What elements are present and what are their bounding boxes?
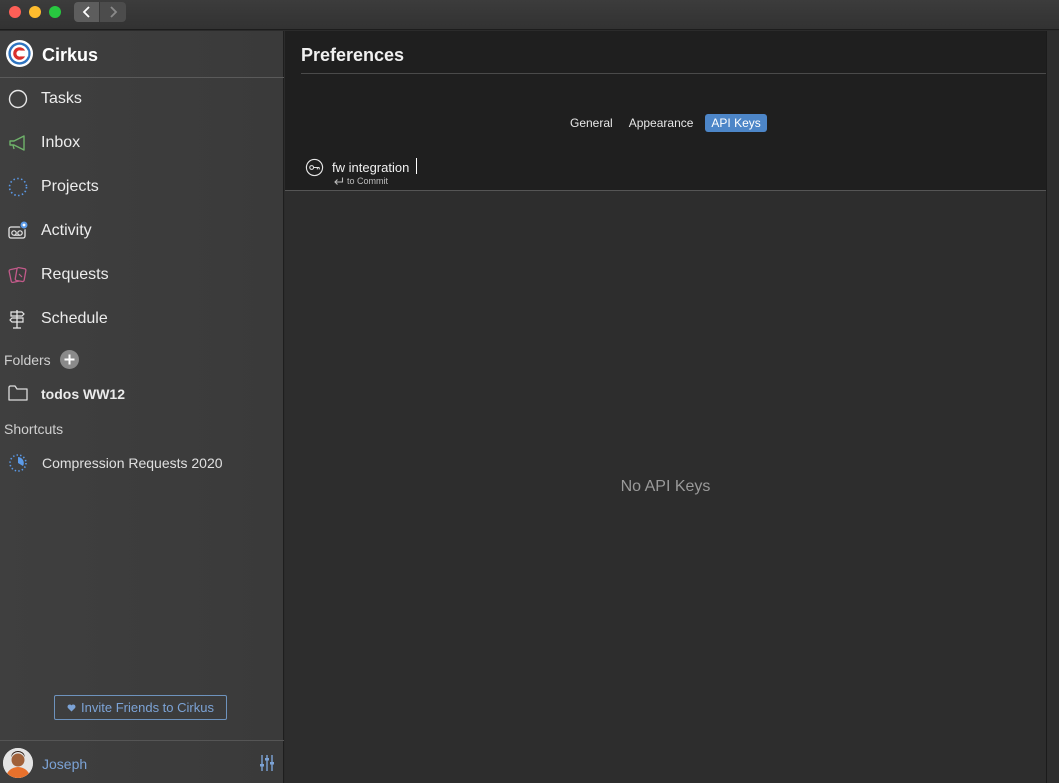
folder-label: todos WW12	[41, 386, 125, 402]
cirkus-logo-icon	[5, 39, 34, 68]
folders-section-label: Folders	[4, 352, 51, 368]
sliders-icon[interactable]	[259, 754, 275, 772]
sidebar-item-label: Projects	[41, 178, 99, 195]
empty-state-message: No API Keys	[620, 478, 711, 495]
heart-icon	[67, 704, 76, 712]
history-navigation	[74, 2, 126, 22]
shortcut-label: Compression Requests 2020	[42, 455, 223, 471]
commit-hint: to Commit	[333, 176, 388, 186]
cards-icon	[8, 266, 27, 284]
folder-icon	[8, 385, 28, 401]
sidebar-item-requests[interactable]: Requests	[0, 257, 284, 293]
avatar[interactable]	[3, 748, 33, 778]
sidebar-item-activity[interactable]: Activity	[0, 213, 284, 249]
shortcuts-section-label: Shortcuts	[4, 421, 64, 437]
page-title: Preferences	[301, 45, 405, 65]
app-name: Cirkus	[42, 45, 99, 65]
chevron-right-icon	[110, 6, 118, 18]
preferences-header: Preferences General Appearance API Keys …	[285, 31, 1046, 191]
shortcut-item[interactable]: Compression Requests 2020	[0, 449, 284, 477]
sidebar-item-label: Schedule	[41, 310, 108, 327]
project-progress-icon	[9, 454, 27, 472]
sidebar-item-label: Activity	[41, 222, 92, 239]
key-icon	[305, 158, 324, 177]
dotted-circle-icon	[8, 177, 28, 197]
folder-item[interactable]: todos WW12	[0, 380, 284, 408]
user-name[interactable]: Joseph	[42, 756, 87, 772]
sidebar-item-label: Requests	[41, 266, 109, 283]
close-window-button[interactable]	[9, 6, 21, 18]
sidebar-item-tasks[interactable]: Tasks	[0, 81, 284, 117]
user-avatar-icon	[3, 748, 33, 778]
return-key-icon	[334, 177, 344, 185]
app-brand[interactable]: Cirkus	[0, 31, 284, 78]
megaphone-icon	[9, 135, 25, 151]
api-key-name-input[interactable]	[332, 157, 632, 177]
maximize-window-button[interactable]	[49, 6, 61, 18]
sidebar-item-label: Inbox	[41, 134, 81, 151]
tab-appearance[interactable]: Appearance	[625, 114, 698, 132]
sidebar-item-label: Tasks	[41, 90, 82, 107]
invite-friends-button[interactable]: Invite Friends to Cirkus	[54, 695, 227, 720]
title-divider	[301, 73, 1046, 74]
invite-friends-label: Invite Friends to Cirkus	[81, 700, 214, 715]
forward-button[interactable]	[100, 2, 126, 22]
add-folder-button[interactable]	[60, 350, 79, 369]
tab-general[interactable]: General	[566, 114, 617, 132]
sidebar: Cirkus Tasks Inbox Projects Activity Req…	[0, 31, 284, 783]
preferences-panel: Preferences General Appearance API Keys …	[285, 31, 1046, 783]
tab-api-keys[interactable]: API Keys	[705, 114, 767, 132]
preferences-tabs: General Appearance API Keys	[566, 114, 767, 132]
plus-icon	[64, 354, 75, 365]
chevron-left-icon	[82, 6, 90, 18]
back-button[interactable]	[74, 2, 100, 22]
signpost-icon	[9, 310, 25, 329]
user-bar: Joseph	[0, 740, 284, 783]
window-titlebar	[0, 0, 1059, 30]
sidebar-item-inbox[interactable]: Inbox	[0, 125, 284, 161]
circle-icon	[8, 89, 28, 109]
commit-hint-label: to Commit	[347, 176, 389, 186]
sidebar-item-projects[interactable]: Projects	[0, 169, 284, 205]
window-edge	[1046, 31, 1059, 783]
voicemail-icon	[8, 220, 29, 239]
sidebar-item-schedule[interactable]: Schedule	[0, 301, 284, 337]
minimize-window-button[interactable]	[29, 6, 41, 18]
text-caret	[416, 158, 417, 174]
